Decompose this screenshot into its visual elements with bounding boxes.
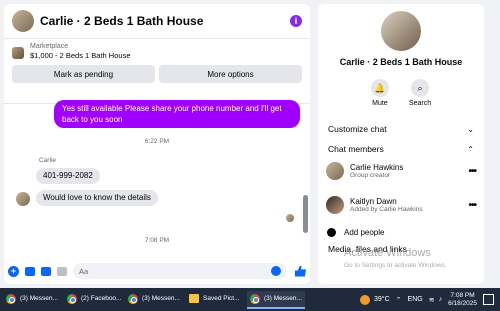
search-icon: ⌕ xyxy=(411,79,429,97)
taskbar-item[interactable]: (3) Messen... xyxy=(125,291,183,309)
activate-windows-subtitle: Go to Settings to activate Windows. xyxy=(344,262,447,269)
chat-members-section[interactable]: Chat members ⌃ xyxy=(318,139,484,159)
message-scrollbar[interactable] xyxy=(303,100,308,260)
clock-time: 7:08 PM xyxy=(450,291,475,299)
taskbar-item-label: (3) Messen... xyxy=(264,295,302,302)
info-icon[interactable]: i xyxy=(290,15,302,27)
member-avatar xyxy=(326,162,344,180)
mute-button[interactable]: 🔔 Mute xyxy=(370,79,389,107)
taskbar-item-label: Saved Pict... xyxy=(203,295,240,302)
taskbar-item[interactable]: Saved Pict... xyxy=(186,291,244,309)
taskbar-item-label: (3) Messen... xyxy=(142,295,180,302)
language-indicator[interactable]: ENG xyxy=(408,296,423,303)
chrome-icon xyxy=(6,293,16,304)
windows-taskbar: (3) Messen... (2) Faceboo... (3) Messen.… xyxy=(0,288,500,311)
customize-chat-label: Customize chat xyxy=(328,124,387,134)
search-button[interactable]: ⌕ Search xyxy=(409,79,431,107)
sender-avatar[interactable] xyxy=(16,192,30,206)
system-tray: 39°C ⌃ ENG ≋ ♪ 7:08 PM 6/18/2025 xyxy=(360,292,500,308)
chat-header: Carlie · 2 Beds 1 Bath House i xyxy=(4,4,310,39)
conversation-avatar[interactable] xyxy=(381,11,421,51)
input-placeholder: Aa xyxy=(79,266,89,276)
timestamp: 6:22 PM xyxy=(144,138,170,145)
conversation-actions: 🔔 Mute ⌕ Search xyxy=(318,79,484,107)
member-role: Group creator xyxy=(350,172,391,179)
marketplace-label: Marketplace xyxy=(30,43,69,50)
like-icon[interactable] xyxy=(295,265,306,277)
chrome-icon xyxy=(128,293,138,304)
volume-icon[interactable]: ♪ xyxy=(439,296,443,303)
temperature[interactable]: 39°C xyxy=(374,296,390,303)
message-input[interactable]: Aa xyxy=(73,263,287,279)
chrome-icon xyxy=(250,293,260,304)
listing-thumbnail[interactable] xyxy=(12,47,24,59)
taskbar-item[interactable]: (3) Messen... xyxy=(3,291,61,309)
taskbar-item-label: (3) Messen... xyxy=(20,295,58,302)
taskbar-item-label: (2) Faceboo... xyxy=(81,295,122,302)
mute-label: Mute xyxy=(372,100,388,107)
chat-window: Carlie · 2 Beds 1 Bath House i Marketpla… xyxy=(4,4,310,284)
message-list: Yes still available Please share your ph… xyxy=(4,100,310,258)
incoming-message[interactable]: Would love to know the details xyxy=(36,190,158,206)
member-avatar xyxy=(326,196,344,214)
incoming-message[interactable]: 401-999-2082 xyxy=(36,168,100,184)
image-icon[interactable] xyxy=(25,266,35,276)
conversation-title: Carlie · 2 Beds 1 Bath House xyxy=(339,57,463,67)
taskbar-item[interactable]: (2) Faceboo... xyxy=(64,291,122,309)
chat-members-label: Chat members xyxy=(328,144,384,154)
listing-title[interactable]: $1,000 - 2 Beds 1 Bath House xyxy=(30,51,131,60)
bell-icon: 🔔 xyxy=(370,79,389,97)
more-options-icon[interactable]: ••• xyxy=(468,200,476,211)
message-composer: + Aa xyxy=(4,258,310,284)
gif-icon[interactable] xyxy=(57,266,67,276)
sender-name: Carlie xyxy=(39,157,56,164)
timestamp: 7:08 PM xyxy=(144,237,170,244)
seen-receipt-avatar xyxy=(286,214,294,222)
activate-windows-title: Activate Windows xyxy=(344,247,431,259)
scrollbar-thumb[interactable] xyxy=(303,195,308,233)
clock[interactable]: 7:08 PM 6/18/2025 xyxy=(448,292,477,308)
outgoing-message[interactable]: Yes still available Please share your ph… xyxy=(54,100,300,128)
search-label: Search xyxy=(408,100,432,107)
chrome-icon xyxy=(67,293,77,304)
taskbar-item[interactable]: (3) Messen... xyxy=(247,290,305,309)
emoji-icon[interactable] xyxy=(271,266,281,276)
chat-title[interactable]: Carlie · 2 Beds 1 Bath House xyxy=(40,14,290,28)
chevron-up-icon: ⌃ xyxy=(467,144,474,154)
weather-icon[interactable] xyxy=(360,294,371,305)
member-name: Kaitlyn Dawn xyxy=(350,197,397,206)
notifications-icon[interactable] xyxy=(483,294,494,305)
member-row[interactable]: Kaitlyn Dawn Added by Carlie Hawkins ••• xyxy=(318,193,484,217)
add-person-icon xyxy=(327,227,336,237)
customize-chat-section[interactable]: Customize chat ⌄ xyxy=(318,119,484,139)
messenger-app: Carlie · 2 Beds 1 Bath House i Marketpla… xyxy=(0,0,500,288)
chat-avatar[interactable] xyxy=(12,10,34,32)
add-people-button[interactable]: Add people xyxy=(318,223,484,241)
marketplace-listing: Marketplace $1,000 - 2 Beds 1 Bath House… xyxy=(4,39,310,104)
member-role: Added by Carlie Hawkins xyxy=(350,206,423,213)
more-options-icon[interactable]: ••• xyxy=(468,166,476,177)
folder-icon xyxy=(189,294,199,303)
member-row[interactable]: Carlie Hawkins Group creator ••• xyxy=(318,159,484,183)
chevron-up-icon[interactable]: ⌃ xyxy=(396,296,402,304)
chevron-down-icon: ⌄ xyxy=(467,124,474,134)
plus-icon[interactable]: + xyxy=(8,265,19,277)
clock-date: 6/18/2025 xyxy=(448,299,477,307)
add-people-label: Add people xyxy=(344,227,385,237)
conversation-info-panel: Carlie · 2 Beds 1 Bath House 🔔 Mute ⌕ Se… xyxy=(318,4,484,284)
member-name: Carlie Hawkins xyxy=(350,163,404,172)
wifi-icon[interactable]: ≋ xyxy=(429,296,435,304)
more-options-button[interactable]: More options xyxy=(159,65,302,83)
mark-as-pending-button[interactable]: Mark as pending xyxy=(12,65,155,83)
sticker-icon[interactable] xyxy=(41,266,51,276)
